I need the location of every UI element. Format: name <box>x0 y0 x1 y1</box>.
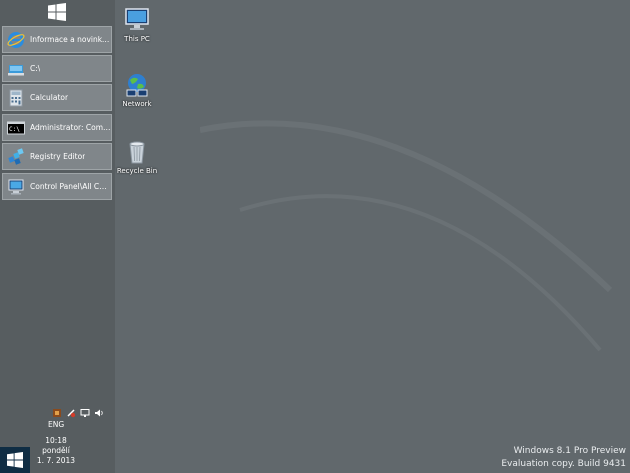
taskbar-item-label: C:\ <box>30 64 41 73</box>
taskbar-item-label: Informace a novinky o... <box>30 35 111 44</box>
internet-explorer-icon <box>7 31 25 48</box>
svg-text:C:\: C:\ <box>9 126 20 133</box>
volume-icon[interactable] <box>94 403 104 417</box>
recycle-bin-icon <box>129 141 145 164</box>
notification-area <box>52 401 110 418</box>
build-watermark: Windows 8.1 Pro Preview Evaluation copy.… <box>501 445 626 471</box>
clock-day: pondělí <box>42 446 70 455</box>
taskbar-item-label: Registry Editor <box>30 152 86 161</box>
network-status-icon[interactable] <box>66 403 76 418</box>
monitor-tray-icon[interactable] <box>80 403 90 417</box>
clock-date: 1. 7. 2013 <box>36 456 76 465</box>
control-panel-icon <box>8 179 24 194</box>
desktop-icon-network[interactable]: Network <box>115 71 159 108</box>
watermark-build: Evaluation copy. Build 9431 <box>501 459 626 469</box>
start-windows-icon <box>7 452 23 468</box>
desktop-icon-label: Network <box>122 100 152 108</box>
taskbar-item-label: Administrator: Comm... <box>30 123 111 132</box>
this-pc-icon <box>125 8 149 30</box>
desktop-icon-this-pc[interactable]: This PC <box>115 6 159 43</box>
watermark-edition: Windows 8.1 Pro Preview <box>513 446 626 456</box>
folder-drive-icon <box>8 64 24 75</box>
taskbar-item-label: Calculator <box>30 93 69 102</box>
taskbar-item-label: Control Panel\All Cont... <box>30 182 111 191</box>
command-prompt-icon: C:\ <box>7 121 25 134</box>
action-center-flag-icon[interactable] <box>52 403 62 417</box>
calculator-icon <box>9 89 23 106</box>
taskbar-item-calculator[interactable]: Calculator <box>2 84 112 111</box>
taskbar: Informace a novinky o... C:\ Calculator … <box>0 0 115 473</box>
background-fish-watermark <box>200 120 613 352</box>
taskbar-item-command-prompt[interactable]: C:\ Administrator: Comm... <box>2 114 112 141</box>
desktop-icon-label: Recycle Bin <box>116 167 158 175</box>
taskbar-item-explorer-c[interactable]: C:\ <box>2 55 112 82</box>
registry-editor-icon <box>8 147 24 165</box>
desktop-icon-label: This PC <box>124 35 150 43</box>
taskbar-item-internet-explorer[interactable]: Informace a novinky o... <box>2 26 112 53</box>
clock-time: 10:18 <box>45 436 67 445</box>
start-button[interactable] <box>0 447 30 473</box>
taskbar-item-control-panel[interactable]: Control Panel\All Cont... <box>2 173 112 200</box>
language-indicator[interactable]: ENG <box>48 420 64 429</box>
clock[interactable]: 10:18 pondělí 1. 7. 2013 <box>36 436 76 466</box>
taskbar-item-registry-editor[interactable]: Registry Editor <box>2 143 112 170</box>
windows-logo-icon[interactable] <box>48 3 66 21</box>
network-icon <box>126 74 148 97</box>
desktop-icon-recycle-bin[interactable]: Recycle Bin <box>115 138 159 175</box>
